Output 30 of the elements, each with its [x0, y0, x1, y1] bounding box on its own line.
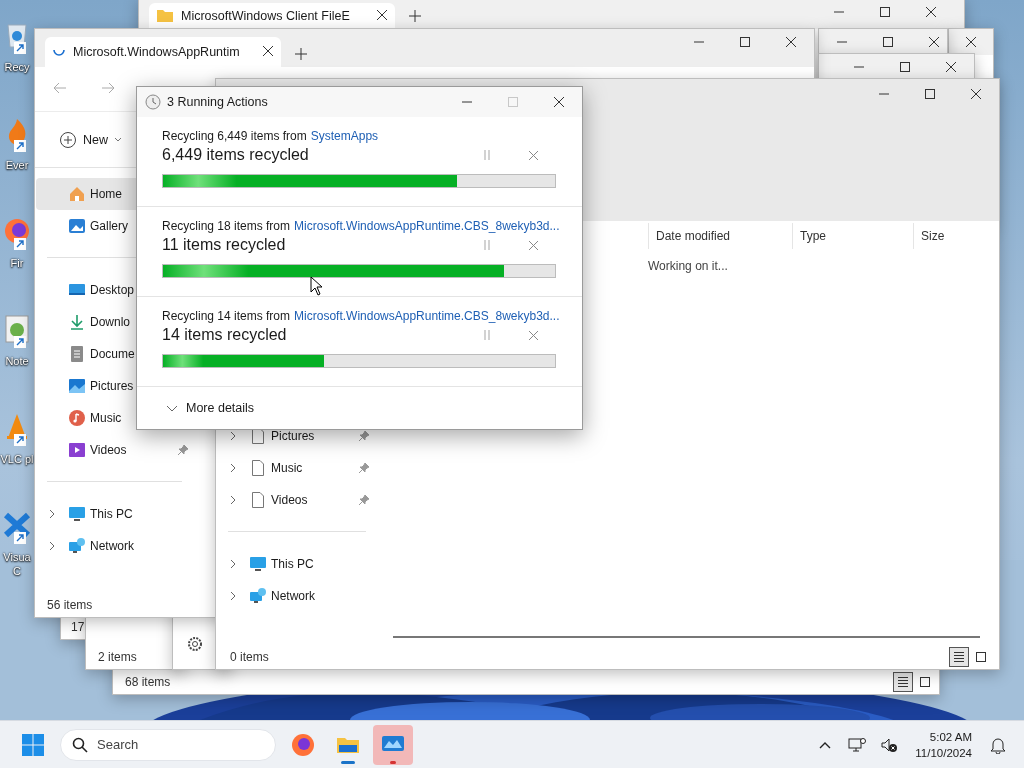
progress-text: 14 items recycled [162, 326, 288, 344]
nav-item[interactable]: This PC [217, 548, 375, 580]
nav-item[interactable]: Network [217, 580, 375, 612]
column-header[interactable]: Date modified [648, 223, 792, 249]
nav-item[interactable]: Network [36, 530, 215, 562]
column-header[interactable]: Size [913, 223, 994, 249]
dialog-title: 3 Running Actions [167, 95, 268, 109]
status-text: 68 items [125, 675, 172, 689]
progress-text: 11 items recycled [162, 236, 287, 254]
status-text: 0 items [230, 650, 270, 664]
status-text: 17 [71, 620, 86, 634]
nav-item[interactable]: Videos [36, 434, 215, 466]
nav-item[interactable]: Desktop [36, 274, 215, 306]
operation-description: Recycling 18 items from [162, 219, 291, 233]
column-header[interactable]: Type [792, 223, 913, 249]
clock-button[interactable]: 5:02 AM 11/10/2024 [909, 728, 978, 761]
loading-message: Working on it... [647, 259, 728, 273]
status-text: 56 items [47, 598, 94, 612]
nav-item[interactable]: Music [217, 452, 375, 484]
source-link[interactable]: SystemApps [310, 129, 379, 143]
operation-description: Recycling 14 items from [162, 309, 291, 323]
progress-text: 6,449 items recycled [162, 146, 310, 164]
new-button[interactable]: New [53, 123, 128, 156]
nav-item[interactable]: Videos [217, 484, 375, 516]
source-link[interactable]: Microsoft.WindowsAppRuntime.CBS_8wekyb3d... [294, 219, 560, 233]
nav-item[interactable]: This PC [36, 498, 215, 530]
status-text: 2 items [98, 650, 138, 664]
operation-description: Recycling 6,449 items from [162, 129, 307, 143]
search-field[interactable]: Search [60, 728, 276, 761]
source-link[interactable]: Microsoft.WindowsAppRuntime.CBS_8wekyb3d... [294, 309, 560, 323]
